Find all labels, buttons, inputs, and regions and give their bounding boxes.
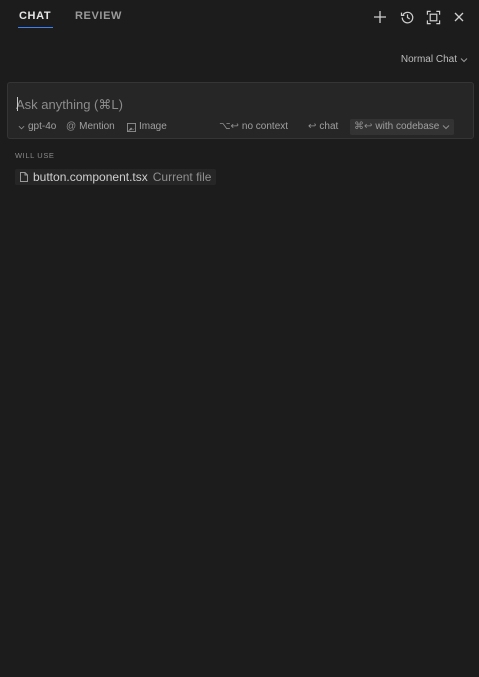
cmd-enter-shortcut: ⌘↩ (354, 121, 373, 132)
context-file-note: Current file (152, 170, 212, 184)
composer-toolbar: gpt-4o @ Mention Image ⌥↩ no context ↩ c… (8, 119, 473, 135)
model-selector[interactable]: gpt-4o (18, 119, 56, 135)
codebase-submit[interactable]: ⌘↩ with codebase (350, 119, 455, 135)
chevron-down-icon[interactable] (442, 123, 450, 131)
file-icon (20, 172, 28, 182)
tab-chat[interactable]: CHAT (19, 10, 51, 22)
chat-mode-label: Normal Chat (400, 54, 457, 65)
active-tab-indicator (18, 27, 53, 28)
plus-icon[interactable] (371, 8, 389, 26)
will-use-heading: WILL USE (15, 151, 55, 160)
enter-shortcut: ↩ (308, 121, 317, 132)
chat-submit[interactable]: ↩ chat (308, 119, 338, 135)
chat-label: chat (319, 121, 339, 132)
no-context-label: no context (241, 121, 289, 132)
close-icon[interactable] (450, 8, 468, 26)
context-file-name: button.component.tsx (33, 170, 148, 184)
mention-label: Mention (79, 121, 115, 132)
option-enter-shortcut: ⌥↩ (219, 121, 239, 132)
chat-panel: CHAT REVIEW Normal Chat Ask anything (⌘L… (0, 0, 479, 677)
context-file-pill[interactable]: button.component.tsx Current file (15, 169, 217, 185)
at-icon: @ (66, 121, 77, 132)
history-icon[interactable] (398, 8, 416, 26)
image-button[interactable]: Image (127, 119, 167, 135)
text-cursor (17, 97, 18, 111)
top-bar: CHAT REVIEW (0, 0, 479, 34)
chevron-down-icon (18, 125, 25, 129)
chevron-down-icon (460, 57, 468, 62)
image-label: Image (139, 121, 167, 132)
codebase-label: with codebase (375, 121, 440, 132)
tab-review[interactable]: REVIEW (75, 10, 122, 22)
model-label: gpt-4o (28, 121, 57, 132)
no-context-submit[interactable]: ⌥↩ no context (219, 119, 288, 135)
mention-button[interactable]: @ Mention (66, 119, 115, 135)
ask-input[interactable] (16, 95, 456, 113)
image-icon (127, 122, 136, 132)
chat-composer: gpt-4o @ Mention Image ⌥↩ no context ↩ c… (7, 82, 474, 139)
chat-mode-dropdown[interactable]: Normal Chat (401, 54, 468, 65)
maximize-icon[interactable] (424, 8, 442, 26)
